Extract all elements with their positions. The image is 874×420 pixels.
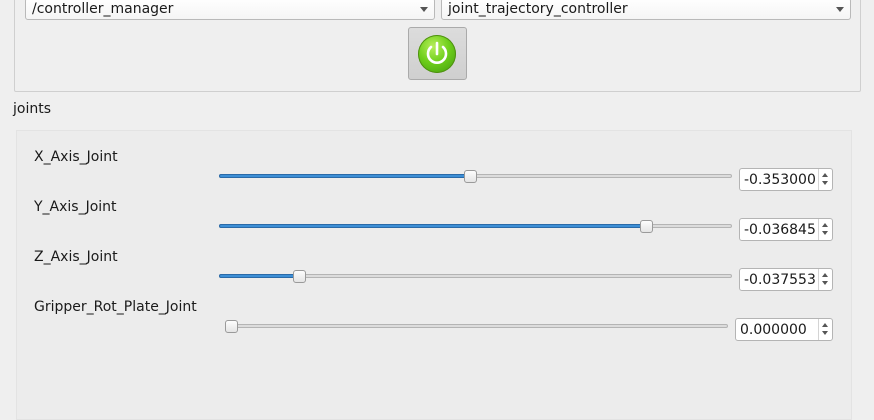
joints-section-label: joints <box>13 101 52 117</box>
spin-down-icon[interactable] <box>822 231 828 235</box>
controller-manager-value: /controller_manager <box>32 1 174 17</box>
joint-value: -0.037553 <box>744 272 816 288</box>
slider-handle[interactable] <box>225 320 238 333</box>
joint-row: Y_Axis_Joint -0.036845 <box>17 198 851 241</box>
joint-slider[interactable] <box>219 170 732 183</box>
controller-power-button[interactable] <box>408 27 467 80</box>
spin-down-icon[interactable] <box>822 281 828 285</box>
joint-name: Y_Axis_Joint <box>34 199 117 215</box>
joint-value: 0.000000 <box>740 322 807 338</box>
chevron-down-icon <box>420 7 428 12</box>
power-icon <box>418 35 456 73</box>
spin-up-icon[interactable] <box>822 323 828 327</box>
joint-name: X_Axis_Joint <box>34 149 118 165</box>
spin-down-icon[interactable] <box>822 331 828 335</box>
slider-fill <box>219 274 299 278</box>
slider-fill <box>219 174 470 178</box>
joint-value-spinbox[interactable]: -0.037553 <box>739 268 833 291</box>
slider-handle[interactable] <box>293 270 306 283</box>
joint-value: -0.036845 <box>744 222 816 238</box>
slider-handle[interactable] <box>464 170 477 183</box>
controller-manager-combo[interactable]: /controller_manager <box>25 0 435 20</box>
spin-up-icon[interactable] <box>822 173 828 177</box>
slider-groove <box>225 324 728 328</box>
joint-row: Z_Axis_Joint -0.037553 <box>17 248 851 291</box>
spin-buttons[interactable] <box>818 269 832 290</box>
chevron-down-icon <box>836 7 844 12</box>
spin-up-icon[interactable] <box>822 223 828 227</box>
spin-up-icon[interactable] <box>822 273 828 277</box>
joint-name: Z_Axis_Joint <box>34 249 118 265</box>
spin-down-icon[interactable] <box>822 181 828 185</box>
joint-row: X_Axis_Joint -0.353000 <box>17 148 851 191</box>
slider-handle[interactable] <box>640 220 653 233</box>
joint-value-spinbox[interactable]: -0.353000 <box>739 168 833 191</box>
joint-slider[interactable] <box>219 270 732 283</box>
spin-buttons[interactable] <box>818 169 832 190</box>
joint-name: Gripper_Rot_Plate_Joint <box>34 299 197 315</box>
joint-value-spinbox[interactable]: -0.036845 <box>739 218 833 241</box>
spin-buttons[interactable] <box>818 319 832 340</box>
joint-slider[interactable] <box>219 220 732 233</box>
controller-select-value: joint_trajectory_controller <box>448 1 628 17</box>
slider-fill <box>219 224 646 228</box>
joint-row: Gripper_Rot_Plate_Joint 0.000000 <box>17 298 851 341</box>
controller-select-combo[interactable]: joint_trajectory_controller <box>441 0 851 20</box>
joint-slider[interactable] <box>225 320 728 333</box>
joint-value-spinbox[interactable]: 0.000000 <box>735 318 833 341</box>
joints-panel: X_Axis_Joint -0.353000 Y_Axis_Joint -0.0… <box>16 130 852 420</box>
joint-value: -0.353000 <box>744 172 816 188</box>
spin-buttons[interactable] <box>818 219 832 240</box>
